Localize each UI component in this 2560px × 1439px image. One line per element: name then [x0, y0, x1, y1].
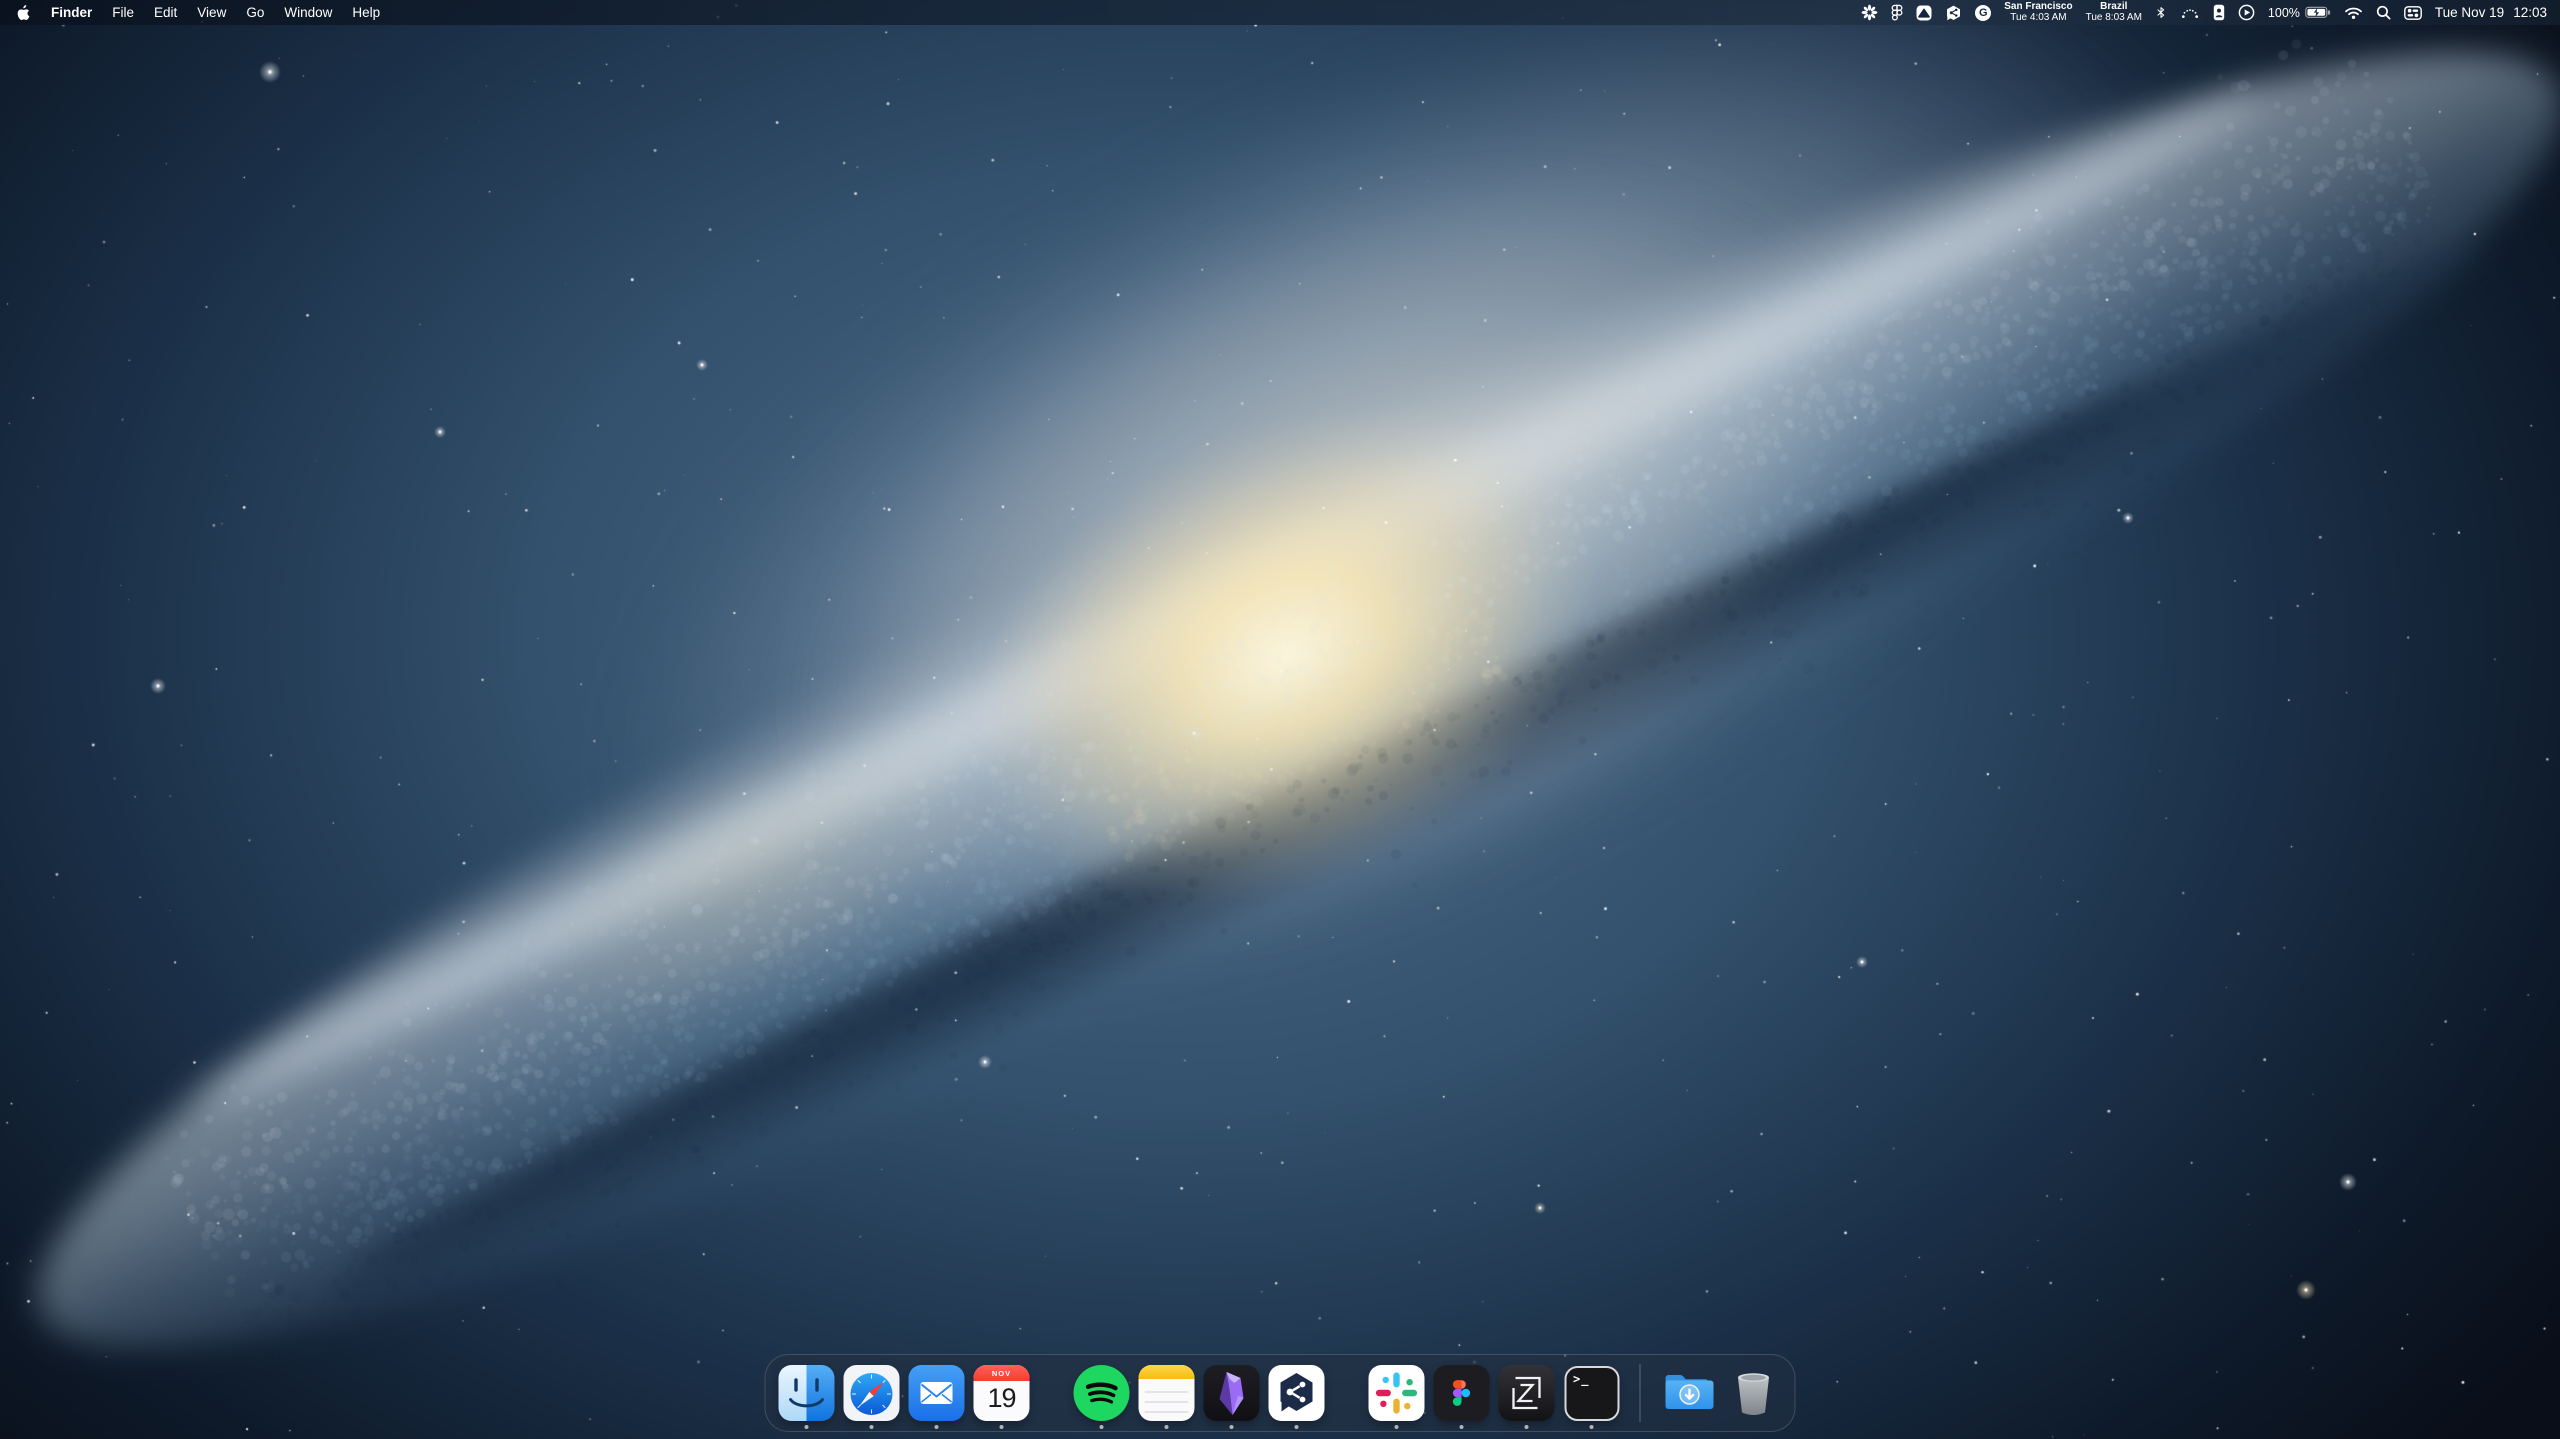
- battery-status[interactable]: 100%: [2268, 6, 2331, 20]
- running-indicator: [1000, 1425, 1004, 1429]
- dock-item-hexagon-share-app[interactable]: [1269, 1365, 1325, 1421]
- world-clock-time: Tue 8:03 AM: [2086, 13, 2142, 24]
- running-indicator: [1590, 1425, 1594, 1429]
- clock-date: Tue Nov 19: [2435, 5, 2504, 20]
- running-indicator: [1525, 1425, 1529, 1429]
- dock-item-calendar[interactable]: NOV 19: [974, 1365, 1030, 1421]
- dock-item-downloads-folder[interactable]: [1661, 1365, 1717, 1421]
- menu-file[interactable]: File: [102, 5, 144, 20]
- apple-menu[interactable]: [17, 5, 41, 21]
- menu-bar-left: Finder File Edit View Go Window Help: [0, 5, 390, 21]
- running-indicator: [1395, 1425, 1399, 1429]
- menu-help[interactable]: Help: [342, 5, 390, 20]
- menu-bar-clock[interactable]: Tue Nov 19 12:03: [2435, 5, 2547, 20]
- dock-item-safari[interactable]: [844, 1365, 900, 1421]
- dock-item-spotify[interactable]: [1074, 1365, 1130, 1421]
- dotted-arc-icon[interactable]: [2180, 6, 2200, 20]
- world-clock-city: Brazil: [2100, 2, 2127, 13]
- hexagon-share-menu-icon[interactable]: [1945, 4, 1962, 21]
- dock-divider: [1640, 1364, 1641, 1422]
- dock-item-terminal[interactable]: >_: [1564, 1365, 1620, 1421]
- now-playing-icon[interactable]: [2238, 4, 2255, 21]
- notes-rule: [1145, 1401, 1189, 1403]
- running-indicator: [1295, 1425, 1299, 1429]
- control-center-icon[interactable]: [2404, 6, 2422, 20]
- grammarly-icon[interactable]: G: [1975, 5, 1991, 21]
- desktop: Finder File Edit View Go Window Help: [0, 0, 2560, 1439]
- terminal-prompt: >_: [1573, 1372, 1589, 1386]
- menu-view[interactable]: View: [187, 5, 236, 20]
- world-clock-san-francisco[interactable]: San Francisco Tue 4:03 AM: [2004, 2, 2072, 23]
- dock-item-slack[interactable]: [1369, 1365, 1425, 1421]
- dock-spacer: [1039, 1365, 1065, 1421]
- battery-charging-icon: [2305, 6, 2331, 19]
- galaxy-wallpaper: [0, 0, 2560, 1439]
- battery-percent: 100%: [2268, 6, 2300, 20]
- figma-menu-icon[interactable]: [1891, 4, 1903, 21]
- triangle-app-icon[interactable]: [1916, 5, 1932, 21]
- calendar-month: NOV: [974, 1365, 1030, 1381]
- notes-header-band: [1139, 1365, 1195, 1379]
- dock-spacer: [1334, 1365, 1360, 1421]
- dock: NOV 19: [765, 1354, 1796, 1432]
- dock-item-finder[interactable]: [779, 1365, 835, 1421]
- dock-item-mail[interactable]: [909, 1365, 965, 1421]
- running-indicator: [1165, 1425, 1169, 1429]
- dock-item-figma[interactable]: [1434, 1365, 1490, 1421]
- apple-logo-icon: [17, 5, 30, 21]
- menu-edit[interactable]: Edit: [144, 5, 187, 20]
- menu-bar: Finder File Edit View Go Window Help: [0, 0, 2560, 25]
- dock-item-obsidian[interactable]: [1204, 1365, 1260, 1421]
- running-indicator: [805, 1425, 809, 1429]
- running-indicator: [870, 1425, 874, 1429]
- clock-time: 12:03: [2513, 5, 2547, 20]
- world-clock-city: San Francisco: [2004, 2, 2072, 13]
- menu-go[interactable]: Go: [236, 5, 274, 20]
- bluetooth-icon[interactable]: [2155, 4, 2167, 21]
- starfield: [0, 0, 2560, 1439]
- flower-burst-icon[interactable]: [1861, 4, 1878, 21]
- wifi-icon[interactable]: [2344, 6, 2363, 20]
- running-indicator: [935, 1425, 939, 1429]
- dock-item-notes[interactable]: [1139, 1365, 1195, 1421]
- world-clock-time: Tue 4:03 AM: [2010, 13, 2066, 24]
- running-indicator: [1100, 1425, 1104, 1429]
- dock-item-zed[interactable]: [1499, 1365, 1555, 1421]
- notes-rule: [1145, 1411, 1189, 1413]
- calendar-day: 19: [974, 1381, 1030, 1415]
- dock-item-trash[interactable]: [1726, 1365, 1782, 1421]
- running-indicator: [1230, 1425, 1234, 1429]
- menu-bar-status: G San Francisco Tue 4:03 AM Brazil Tue 8…: [1861, 2, 2560, 23]
- notes-rule: [1145, 1391, 1189, 1393]
- running-indicator: [1460, 1425, 1464, 1429]
- spotlight-search-icon[interactable]: [2376, 5, 2391, 20]
- menu-window[interactable]: Window: [274, 5, 342, 20]
- iphone-mirroring-icon[interactable]: [2213, 4, 2225, 21]
- menu-app-name[interactable]: Finder: [41, 5, 102, 20]
- world-clock-brazil[interactable]: Brazil Tue 8:03 AM: [2086, 2, 2142, 23]
